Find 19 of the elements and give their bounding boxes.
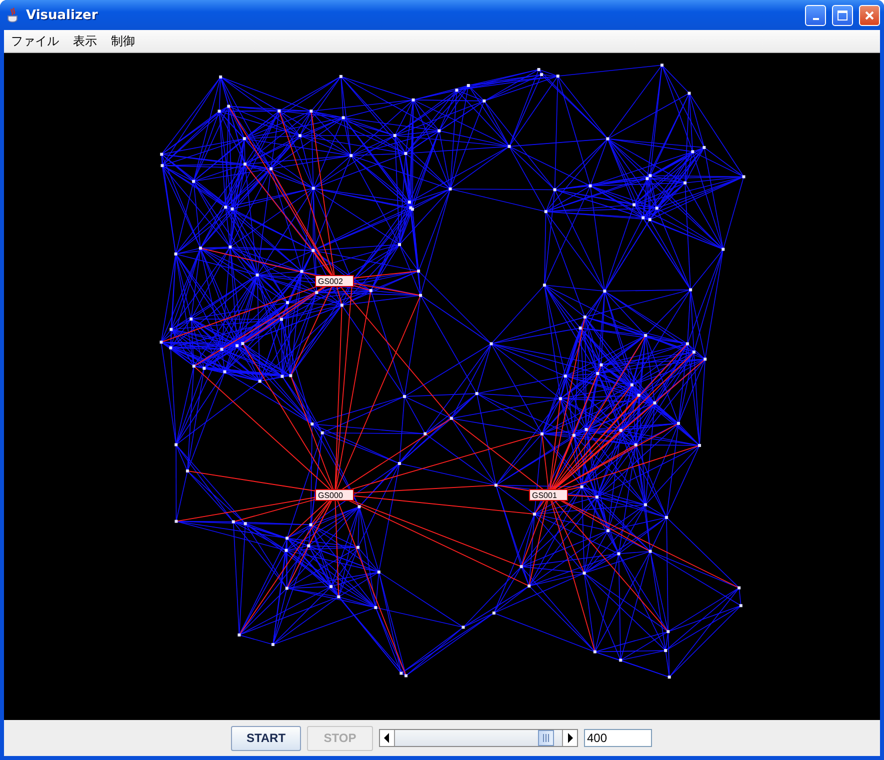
station-label: GS002 [315,275,354,287]
station-label: GS000 [315,489,354,501]
minimize-button[interactable] [805,4,826,26]
java-cup-icon [6,7,20,23]
menu-item[interactable]: ファイル [4,32,66,50]
window-title: Visualizer [26,8,99,22]
grip-icon [542,734,550,742]
menu-item[interactable]: 制御 [104,32,142,50]
start-button[interactable]: START [231,726,301,750]
station-label: GS001 [529,489,568,501]
menu-item[interactable]: 表示 [66,32,104,50]
minimize-icon [812,18,818,20]
speed-slider[interactable] [379,729,578,747]
maximize-icon [837,10,848,20]
close-icon [864,10,875,20]
slider-thumb[interactable] [538,730,554,746]
speed-input-field[interactable]: 400 [584,729,652,747]
close-button[interactable] [859,4,880,26]
maximize-button[interactable] [832,4,853,26]
